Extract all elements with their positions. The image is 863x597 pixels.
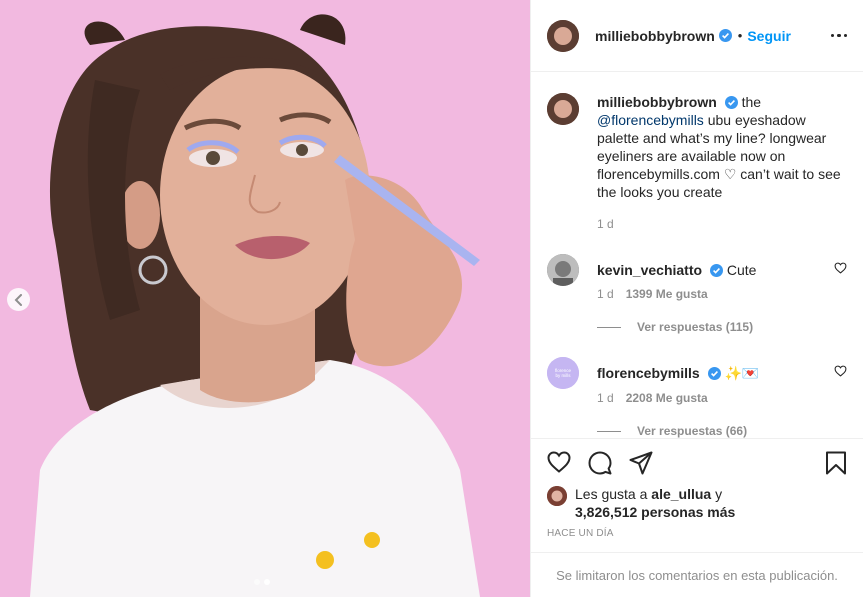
- liker-avatar[interactable]: [547, 486, 567, 506]
- comment-time[interactable]: 1 d: [597, 287, 614, 301]
- view-replies-label: Ver respuestas (115): [637, 320, 754, 334]
- commenter-username[interactable]: florencebymills: [597, 365, 700, 381]
- heart-icon[interactable]: [547, 451, 571, 473]
- previous-slide-button[interactable]: [7, 288, 30, 311]
- comment-likes[interactable]: 1399 Me gusta: [626, 287, 708, 301]
- avatar-image: [547, 254, 579, 286]
- comment-time[interactable]: 1 d: [597, 391, 614, 405]
- likes-prefix: Les gusta a: [575, 486, 652, 502]
- caption-username[interactable]: milliebobbybrown: [597, 94, 717, 110]
- post-caption: milliebobbybrown the @florencebymills ub…: [547, 93, 842, 201]
- post-sidebar: milliebobbybrown • Seguir milliebobbybro…: [530, 0, 863, 597]
- commenter-avatar[interactable]: [547, 254, 579, 286]
- liker-username[interactable]: ale_ullua: [651, 486, 711, 502]
- like-comment-heart-icon[interactable]: [834, 365, 847, 377]
- more-options-button[interactable]: [830, 28, 847, 44]
- likes-count-button[interactable]: 3,826,512 personas más: [575, 504, 735, 520]
- photo-illustration: [0, 0, 530, 597]
- carousel-dot-active: [264, 579, 270, 585]
- save-icon[interactable]: [825, 451, 847, 475]
- more-icon-dot: [843, 33, 847, 38]
- view-replies-button[interactable]: Ver respuestas (66): [597, 424, 747, 438]
- like-comment-heart-icon[interactable]: [834, 262, 847, 274]
- more-icon: [830, 33, 834, 38]
- author-username[interactable]: milliebobbybrown: [595, 28, 715, 44]
- comment-item: florence by mills florencebymills ✨💌: [547, 357, 847, 389]
- action-bar: [531, 438, 863, 488]
- carousel-indicator: [254, 579, 270, 585]
- replies-divider: [597, 326, 621, 328]
- chevron-left-icon: [14, 293, 22, 306]
- share-icon[interactable]: [629, 451, 653, 475]
- view-replies-button[interactable]: Ver respuestas (115): [597, 320, 753, 334]
- caption-before-mention: the: [741, 94, 762, 110]
- comment-likes[interactable]: 2208 Me gusta: [626, 391, 708, 405]
- author-avatar[interactable]: [547, 93, 579, 125]
- header-separator: •: [737, 28, 743, 43]
- caption-text: milliebobbybrown the @florencebymills ub…: [597, 93, 842, 201]
- avatar-image: [547, 486, 567, 506]
- florence-logo-avatar: florence by mills: [547, 357, 579, 389]
- post-header: milliebobbybrown • Seguir: [531, 0, 863, 72]
- caption-mention-link[interactable]: @florencebymills: [597, 112, 704, 128]
- verified-icon: [718, 29, 732, 42]
- comment-meta: 1 d 1399 Me gusta: [597, 287, 708, 301]
- more-icon-dot: [837, 33, 841, 38]
- comment-item: kevin_vechiatto Cute: [547, 254, 847, 286]
- likes-text: Les gusta a ale_ullua y 3,826,512 person…: [575, 485, 735, 521]
- svg-text:by mills: by mills: [555, 373, 571, 378]
- comment-meta: 1 d 2208 Me gusta: [597, 391, 708, 405]
- avatar-image: [547, 19, 579, 52]
- comments-limited-notice: Se limitaron los comentarios en esta pub…: [531, 552, 863, 597]
- author-avatar[interactable]: [547, 19, 579, 52]
- comment-text: ✨💌: [724, 364, 760, 381]
- caption-time[interactable]: 1 d: [597, 217, 614, 231]
- verified-icon: [707, 366, 721, 380]
- likes-middle: y: [711, 486, 723, 502]
- avatar-image: [547, 93, 579, 125]
- carousel-dot: [254, 579, 260, 585]
- comment-icon[interactable]: [588, 451, 612, 475]
- comment-text: Cute: [726, 262, 757, 278]
- post-photo[interactable]: [0, 0, 530, 597]
- comments-list[interactable]: milliebobbybrown the @florencebymills ub…: [531, 73, 863, 438]
- instagram-post-window: milliebobbybrown • Seguir milliebobbybro…: [0, 0, 863, 597]
- verified-icon: [709, 264, 723, 277]
- commenter-username[interactable]: kevin_vechiatto: [597, 262, 702, 278]
- commenter-avatar[interactable]: florence by mills: [547, 357, 579, 389]
- post-timestamp[interactable]: HACE UN DÍA: [547, 528, 614, 539]
- verified-icon: [724, 96, 738, 109]
- replies-divider: [597, 430, 621, 432]
- likes-summary: Les gusta a ale_ullua y 3,826,512 person…: [547, 485, 735, 521]
- view-replies-label: Ver respuestas (66): [637, 424, 748, 438]
- follow-button[interactable]: Seguir: [747, 28, 791, 44]
